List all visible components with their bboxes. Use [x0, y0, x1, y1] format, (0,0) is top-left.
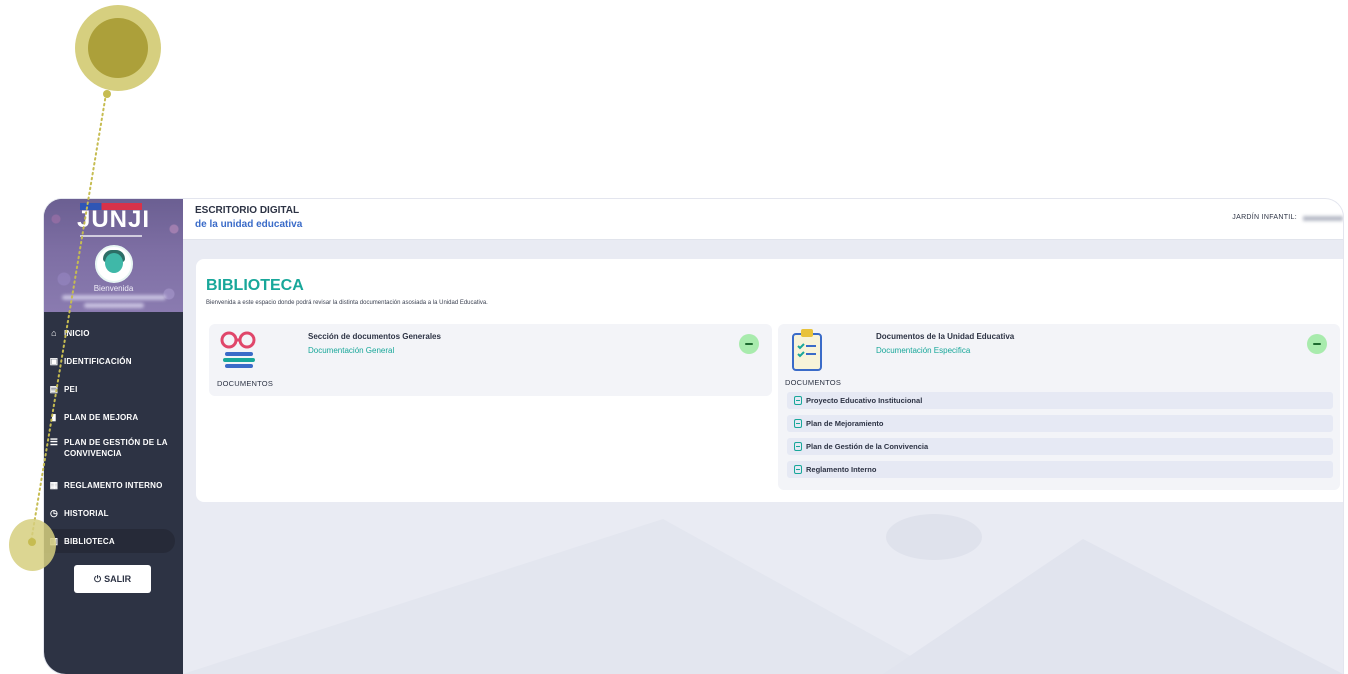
tutorial-path	[30, 93, 107, 543]
tutorial-dot	[28, 538, 36, 546]
tutorial-dot	[103, 90, 111, 98]
